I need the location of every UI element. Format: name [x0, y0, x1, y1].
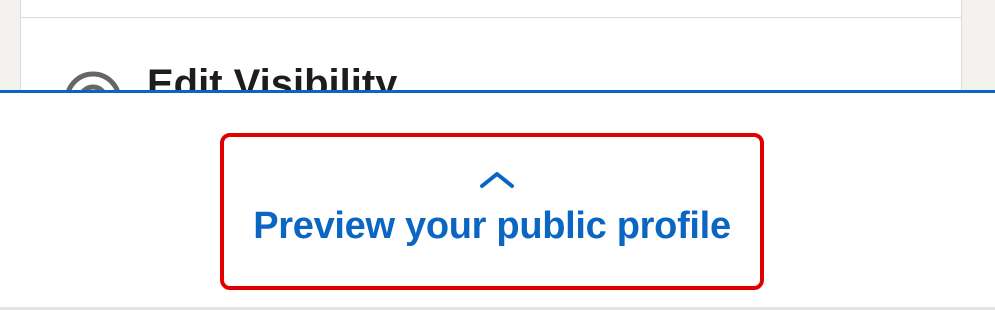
- profile-settings-page: Edit Visibility Preview your public prof…: [0, 0, 995, 310]
- preview-public-profile-button[interactable]: Preview your public profile: [220, 133, 764, 290]
- preview-bottom-sheet: Preview your public profile: [0, 90, 995, 310]
- previous-card: [20, 0, 962, 18]
- preview-public-profile-label: Preview your public profile: [253, 205, 731, 247]
- chevron-up-icon: [480, 172, 514, 188]
